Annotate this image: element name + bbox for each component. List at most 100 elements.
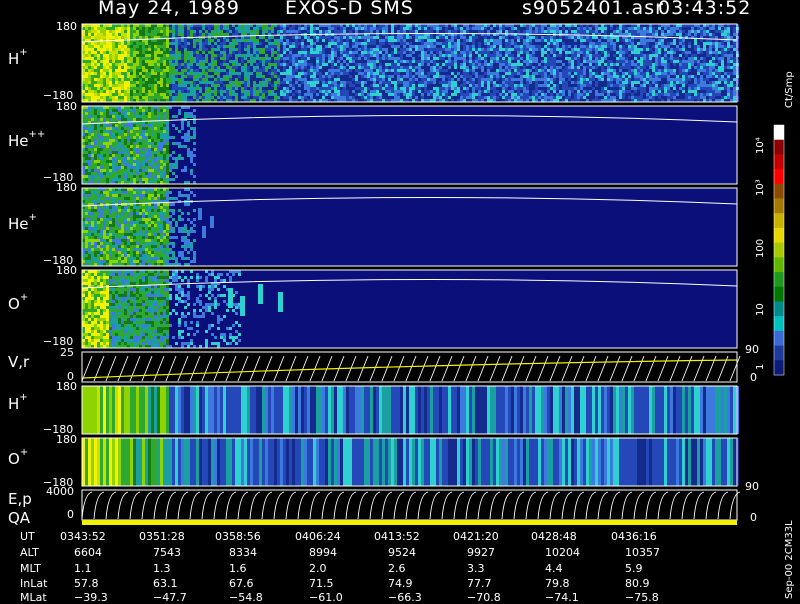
colorbar-tick-1e3: 10³ <box>755 179 766 196</box>
colorbar-swatch <box>774 346 784 361</box>
footer-label-mlt: MLT <box>20 562 41 575</box>
footer-value: 2.0 <box>309 562 327 575</box>
start-time: 03:43:52 <box>658 0 751 19</box>
tick-vr-top: 25 <box>60 346 74 359</box>
panel-oplus2 <box>82 438 739 486</box>
file-name: s9052401.asr <box>522 0 664 19</box>
spectrogram-svg <box>0 0 800 600</box>
footer-value: −75.8 <box>625 591 659 604</box>
tick-ep-top: 4000 <box>46 485 74 498</box>
footer-value: 74.9 <box>388 577 413 590</box>
footer-value: 10357 <box>625 546 660 559</box>
footer-value: −39.3 <box>74 591 108 604</box>
panel-hplus2 <box>82 386 739 434</box>
footer-value: 10204 <box>545 546 580 559</box>
footer-value: 7543 <box>153 546 181 559</box>
colorbar-swatch <box>774 199 784 214</box>
colorbar-swatch <box>774 272 784 287</box>
footer-label-alt: ALT <box>20 546 39 559</box>
footer-value: 71.5 <box>309 577 334 590</box>
colorbar-units: Ct/Smp <box>784 71 795 108</box>
instrument-name: EXOS-D SMS <box>285 0 414 19</box>
label-heplusplus: He++ <box>8 132 45 150</box>
colorbar-swatch <box>774 140 784 155</box>
footer-value: 0358:56 <box>215 530 261 543</box>
tick-hplus2-top: 180 <box>56 380 77 393</box>
label-hplus: H+ <box>8 50 28 68</box>
tick-ep-right-top: 90 <box>745 480 759 493</box>
footer-value: 79.8 <box>545 577 570 590</box>
footer-value: −66.3 <box>388 591 422 604</box>
tick-ep-bottom: 0 <box>67 508 74 521</box>
colorbar-swatch <box>774 257 784 272</box>
tick-oplus2-top: 180 <box>56 433 77 446</box>
colorbar-swatch <box>774 169 784 184</box>
footer-value: 6604 <box>74 546 102 559</box>
footer-value: 9927 <box>467 546 495 559</box>
footer-value: 2.6 <box>388 562 406 575</box>
footer-value: 3.3 <box>467 562 485 575</box>
footer-value: 0428:48 <box>531 530 577 543</box>
footer-value: 0413:52 <box>374 530 420 543</box>
colorbar-swatch <box>774 301 784 316</box>
footer-label-inlat: InLat <box>20 577 47 590</box>
footer-label-mlat: MLat <box>20 591 47 604</box>
footer-value: −47.7 <box>153 591 187 604</box>
footer-value: 67.6 <box>229 577 254 590</box>
plot-date: May 24, 1989 <box>98 0 240 19</box>
colorbar-swatch <box>774 154 784 169</box>
footer-value: 1.1 <box>74 562 92 575</box>
footer-value: 9524 <box>388 546 416 559</box>
footer-value: 80.9 <box>625 577 650 590</box>
colorbar-swatch <box>774 360 784 375</box>
footer-value: −70.8 <box>467 591 501 604</box>
footer-value: 0436:16 <box>611 530 657 543</box>
panel-hplus <box>82 24 739 102</box>
label-oplus-2: O+ <box>8 450 28 468</box>
label-oplus: O+ <box>8 295 28 313</box>
colorbar-swatch <box>774 287 784 302</box>
colorbar-swatch <box>774 243 784 258</box>
panel-heplus <box>82 188 737 266</box>
colorbar-swatch <box>774 316 784 331</box>
colorbar-tick-1: 1 <box>755 364 766 370</box>
footer-value: 0343:52 <box>60 530 106 543</box>
footer-value: 8334 <box>229 546 257 559</box>
colorbar-tick-1e4: 10⁴ <box>755 137 766 154</box>
tick-hplus-top: 180 <box>56 20 77 33</box>
label-ep: E,p <box>8 490 32 508</box>
tick-oplus-top: 180 <box>56 264 77 277</box>
footer-value: 8994 <box>309 546 337 559</box>
footer-value: 4.4 <box>545 562 563 575</box>
panel-heplusplus <box>82 106 737 184</box>
footer-value: 57.8 <box>74 577 99 590</box>
colorbar-tick-10: 10 <box>755 303 766 316</box>
tick-ep-right-bottom: 0 <box>750 511 757 524</box>
footer-value: −54.8 <box>229 591 263 604</box>
tick-heplus-top: 180 <box>56 181 77 194</box>
colorbar-swatch <box>774 184 784 199</box>
panel-oplus <box>82 270 737 348</box>
label-vr: V,r <box>8 353 29 371</box>
footer-value: 0351:28 <box>139 530 185 543</box>
tick-heplusplus-top: 180 <box>56 100 77 113</box>
label-heplus: He+ <box>8 215 37 233</box>
colorbar-swatch <box>774 331 784 346</box>
label-hplus-2: H+ <box>8 395 28 413</box>
footer-value: −74.1 <box>545 591 579 604</box>
colorbar-swatch <box>774 228 784 243</box>
footer-value: −61.0 <box>309 591 343 604</box>
colorbar-swatch <box>774 125 784 140</box>
footer-value: 63.1 <box>153 577 178 590</box>
spectrogram-figure: May 24, 1989 EXOS-D SMS s9052401.asr 03:… <box>0 0 800 600</box>
panel-vr <box>82 352 740 382</box>
tick-vr-right-bottom: 0 <box>750 371 757 384</box>
panel-ep <box>82 490 740 525</box>
footer-label-ut: UT <box>20 530 35 543</box>
label-qa: QA <box>8 509 30 527</box>
footer-value: 77.7 <box>467 577 492 590</box>
footer-value: 5.9 <box>625 562 643 575</box>
footer-value: 0406:24 <box>295 530 341 543</box>
colorbar-tick-100: 100 <box>755 239 766 258</box>
footer-value: 1.3 <box>153 562 171 575</box>
